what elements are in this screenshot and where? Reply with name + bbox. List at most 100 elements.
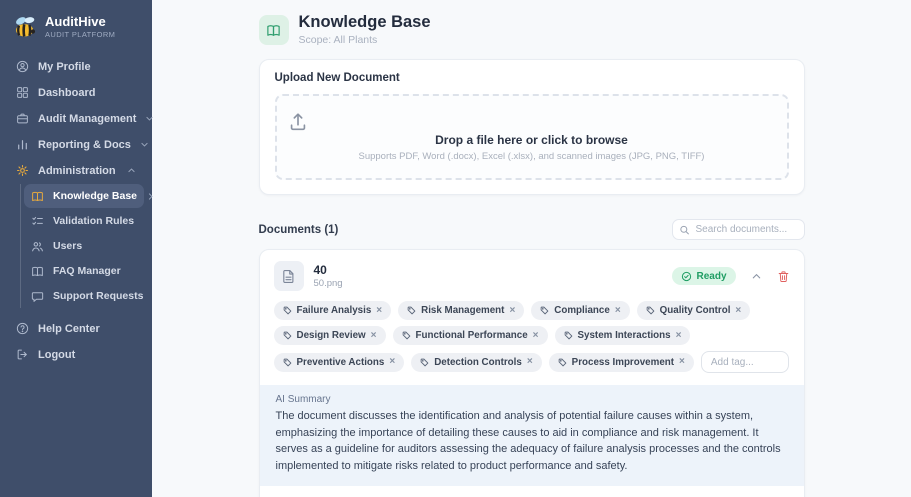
remove-tag-icon[interactable]: × bbox=[735, 306, 741, 316]
documents-toolbar: Documents (1) bbox=[259, 219, 805, 240]
remove-tag-icon[interactable]: × bbox=[676, 331, 682, 341]
search-box bbox=[672, 219, 805, 240]
knowledge-base-icon bbox=[259, 15, 289, 45]
remove-tag-icon[interactable]: × bbox=[527, 357, 533, 367]
dropzone-title: Drop a file here or click to browse bbox=[287, 133, 777, 147]
sidebar-item-administration[interactable]: Administration bbox=[8, 158, 144, 183]
sidebar-item-label: My Profile bbox=[38, 61, 91, 73]
remove-tag-icon[interactable]: × bbox=[509, 306, 515, 316]
tag-pill: System Interactions× bbox=[555, 326, 691, 345]
user-icon bbox=[16, 60, 29, 73]
sidebar-item-reporting-docs[interactable]: Reporting & Docs bbox=[8, 132, 144, 157]
page-header: Knowledge Base Scope: All Plants bbox=[259, 13, 805, 46]
main-area: Knowledge Base Scope: All Plants Upload … bbox=[152, 0, 911, 497]
tag-pill: Functional Performance× bbox=[393, 326, 548, 345]
file-icon bbox=[274, 261, 304, 291]
sidebar-item-help-center[interactable]: Help Center bbox=[8, 316, 144, 341]
document-filename: 50.png bbox=[314, 278, 343, 289]
users-icon bbox=[31, 240, 44, 253]
sidebar-item-support-requests[interactable]: Support Requests bbox=[24, 284, 144, 308]
tag-pill: Failure Analysis× bbox=[274, 301, 392, 320]
check-circle-icon bbox=[681, 271, 692, 282]
sidebar-item-faq-manager[interactable]: FAQ Manager bbox=[24, 259, 144, 283]
remove-tag-icon[interactable]: × bbox=[389, 357, 395, 367]
tag-icon bbox=[407, 306, 416, 315]
sidebar-item-label: Administration bbox=[38, 165, 116, 177]
briefcase-icon bbox=[16, 112, 29, 125]
document-title: 40 bbox=[314, 263, 343, 277]
sidebar-footer: Help Center Logout bbox=[8, 316, 144, 367]
tag-icon bbox=[540, 306, 549, 315]
book-icon bbox=[31, 190, 44, 203]
tag-pill: Preventive Actions× bbox=[274, 353, 405, 372]
ai-summary-text: The document discusses the identificatio… bbox=[276, 408, 788, 474]
tag-pill: Detection Controls× bbox=[411, 353, 541, 372]
tag-pill: Risk Management× bbox=[398, 301, 524, 320]
tag-pill: Design Review× bbox=[274, 326, 386, 345]
brand-name: AuditHive bbox=[45, 15, 115, 30]
upload-card: Upload New Document Drop a file here or … bbox=[259, 59, 805, 195]
upload-icon bbox=[287, 111, 777, 133]
status-badge: Ready bbox=[672, 267, 735, 285]
search-input[interactable] bbox=[672, 219, 805, 240]
open-book-icon bbox=[31, 265, 44, 278]
checklist-icon bbox=[31, 215, 44, 228]
ai-summary: AI Summary The document discusses the id… bbox=[260, 385, 804, 486]
tag-icon bbox=[420, 358, 429, 367]
sidebar-item-label: FAQ Manager bbox=[53, 265, 121, 277]
collapse-chevron-up-icon[interactable] bbox=[751, 271, 762, 282]
tag-icon bbox=[402, 331, 411, 340]
search-icon bbox=[679, 224, 690, 235]
sidebar-item-audit-management[interactable]: Audit Management bbox=[8, 106, 144, 131]
remove-tag-icon[interactable]: × bbox=[376, 306, 382, 316]
delete-document-button[interactable] bbox=[777, 270, 790, 283]
gear-icon bbox=[16, 164, 29, 177]
sidebar-item-users[interactable]: Users bbox=[24, 234, 144, 258]
remove-tag-icon[interactable]: × bbox=[533, 331, 539, 341]
tag-pill: Quality Control× bbox=[637, 301, 751, 320]
sidebar-item-validation-rules[interactable]: Validation Rules bbox=[24, 209, 144, 233]
add-tag-input[interactable] bbox=[701, 351, 789, 373]
remove-tag-icon[interactable]: × bbox=[615, 306, 621, 316]
remove-tag-icon[interactable]: × bbox=[679, 357, 685, 367]
file-dropzone[interactable]: Drop a file here or click to browse Supp… bbox=[275, 94, 789, 180]
page-title: Knowledge Base bbox=[299, 13, 431, 32]
page-scope: Scope: All Plants bbox=[299, 34, 431, 46]
logout-icon bbox=[16, 348, 29, 361]
tag-icon bbox=[646, 306, 655, 315]
brand-tagline: AUDIT PLATFORM bbox=[45, 30, 115, 39]
brand: AuditHive AUDIT PLATFORM bbox=[8, 12, 144, 54]
dropzone-hint: Supports PDF, Word (.docx), Excel (.xlsx… bbox=[287, 151, 777, 162]
help-circle-icon bbox=[16, 322, 29, 335]
tag-icon bbox=[283, 358, 292, 367]
sidebar-item-knowledge-base[interactable]: Knowledge Base bbox=[24, 184, 144, 208]
dashboard-icon bbox=[16, 86, 29, 99]
chevron-up-icon bbox=[127, 166, 136, 175]
remove-tag-icon[interactable]: × bbox=[371, 331, 377, 341]
document-card: 40 50.png Ready bbox=[259, 249, 805, 497]
sidebar-item-dashboard[interactable]: Dashboard bbox=[8, 80, 144, 105]
tag-pill: Process Improvement× bbox=[549, 353, 694, 372]
chevron-down-icon bbox=[140, 140, 149, 149]
document-section: 2.4.7 Failure Cause More This section ou… bbox=[260, 486, 804, 497]
sidebar: AuditHive AUDIT PLATFORM My Profile Dash… bbox=[0, 0, 152, 497]
bee-logo-icon bbox=[12, 14, 38, 40]
bar-chart-icon bbox=[16, 138, 29, 151]
sidebar-item-label: Knowledge Base bbox=[53, 190, 137, 202]
sidebar-item-label: Audit Management bbox=[38, 113, 136, 125]
document-card-header: 40 50.png Ready bbox=[260, 250, 804, 299]
sidebar-item-label: Users bbox=[53, 240, 82, 252]
sidebar-item-label: Help Center bbox=[38, 323, 100, 335]
document-tags: Failure Analysis× Risk Management× Compl… bbox=[260, 299, 804, 385]
ai-summary-label: AI Summary bbox=[276, 394, 788, 405]
tag-icon bbox=[558, 358, 567, 367]
sidebar-item-logout[interactable]: Logout bbox=[8, 342, 144, 367]
tag-icon bbox=[564, 331, 573, 340]
administration-submenu: Knowledge Base Validation Rules Users bbox=[20, 184, 144, 308]
status-label: Ready bbox=[696, 271, 726, 282]
upload-card-title: Upload New Document bbox=[275, 72, 789, 84]
sidebar-item-label: Logout bbox=[38, 349, 75, 361]
sidebar-item-my-profile[interactable]: My Profile bbox=[8, 54, 144, 79]
sidebar-item-label: Validation Rules bbox=[53, 215, 134, 227]
sidebar-item-label: Dashboard bbox=[38, 87, 95, 99]
